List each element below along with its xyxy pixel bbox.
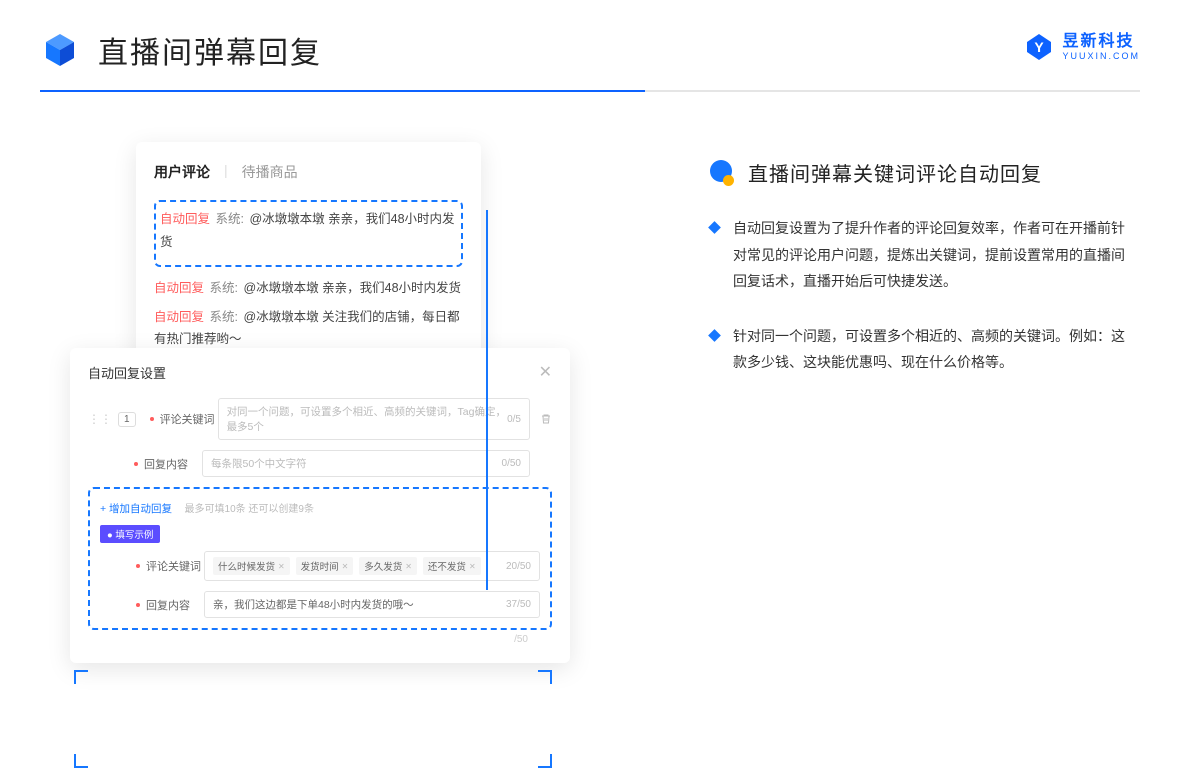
required-dot <box>136 603 140 607</box>
tag-remove-icon[interactable]: ✕ <box>405 562 412 571</box>
system-label: 系统: <box>210 310 238 324</box>
cube-icon <box>40 30 80 70</box>
message-text: @冰墩墩本墩 亲亲，我们48小时内发货 <box>243 281 461 295</box>
brand-url: YUUXIN.COM <box>1062 52 1140 61</box>
system-label: 系统: <box>210 281 238 295</box>
tag-chip: 什么时候发货✕ <box>213 557 290 575</box>
tag-chip: 多久发货✕ <box>359 557 417 575</box>
tab-separator: | <box>224 162 228 182</box>
section-title: 直播间弹幕关键词评论自动回复 <box>748 158 1042 187</box>
keyword-label: 评论关键词 <box>146 558 204 574</box>
modal-title: 自动回复设置 <box>88 363 166 382</box>
example-keyword-box: 什么时候发货✕ 发货时间✕ 多久发货✕ 还不发货✕ 20/50 <box>204 551 540 581</box>
required-dot <box>136 564 140 568</box>
system-label: 系统: <box>216 212 244 226</box>
comments-panel: 用户评论 | 待播商品 自动回复 系统: @冰墩墩本墩 亲亲，我们48小时内发货… <box>136 142 481 381</box>
connector-line <box>486 210 488 590</box>
svg-text:Y: Y <box>1035 39 1045 55</box>
bullet-icon <box>708 329 721 342</box>
tag-remove-icon[interactable]: ✕ <box>469 562 476 571</box>
rule-number: 1 <box>118 412 136 427</box>
bottom-counter: /50 <box>88 634 552 645</box>
chat-bubble-icon <box>710 160 736 186</box>
tag-chip: 发货时间✕ <box>296 557 354 575</box>
example-block: + 增加自动回复 最多可填10条 还可以创建9条 ● 填写示例 评论关键词 什么… <box>88 487 552 630</box>
auto-reply-tag: 自动回复 <box>154 310 204 324</box>
content-input[interactable]: 每条限50个中文字符 0/50 <box>202 450 530 477</box>
brand-block: Y 昱新科技 YUUXIN.COM <box>1024 32 1140 62</box>
keyword-input[interactable]: 对同一个问题，可设置多个相近、高频的关键词，Tag确定，最多5个 0/5 <box>218 398 530 440</box>
bullet-icon <box>708 221 721 234</box>
highlight-message: 自动回复 系统: @冰墩墩本墩 亲亲，我们48小时内发货 <box>154 200 463 267</box>
required-dot <box>150 417 154 421</box>
page-title: 直播间弹幕回复 <box>98 28 322 72</box>
settings-modal: 自动回复设置 ✕ ⋮⋮ 1 评论关键词 对同一个问题，可设置多个相近、高频的关键… <box>70 348 570 663</box>
tag-chip: 还不发货✕ <box>423 557 481 575</box>
tag-remove-icon[interactable]: ✕ <box>342 562 349 571</box>
content-label: 回复内容 <box>144 456 202 472</box>
delete-icon[interactable] <box>540 413 552 425</box>
add-rule-link[interactable]: + 增加自动回复 <box>100 503 172 515</box>
keyword-label: 评论关键词 <box>160 411 218 427</box>
tag-remove-icon[interactable]: ✕ <box>278 562 285 571</box>
auto-reply-tag: 自动回复 <box>154 281 204 295</box>
content-label: 回复内容 <box>146 597 204 613</box>
brand-logo-icon: Y <box>1024 32 1054 62</box>
example-pill: ● 填写示例 <box>100 525 160 543</box>
brand-name: 昱新科技 <box>1062 34 1140 50</box>
tab-pending-goods[interactable]: 待播商品 <box>242 162 298 182</box>
example-content-box: 亲，我们这边都是下单48小时内发货的哦～ 37/50 <box>204 591 540 618</box>
add-rule-hint: 最多可填10条 还可以创建9条 <box>185 504 314 515</box>
bullet-text: 自动回复设置为了提升作者的评论回复效率，作者可在开播前针对常见的评论用户问题，提… <box>733 215 1130 295</box>
required-dot <box>134 462 138 466</box>
bullet-text: 针对同一个问题，可设置多个相近的、高频的关键词。例如：这款多少钱、这块能优惠吗、… <box>733 323 1130 376</box>
auto-reply-tag: 自动回复 <box>160 212 210 226</box>
tab-user-comments[interactable]: 用户评论 <box>154 162 210 182</box>
drag-handle-icon[interactable]: ⋮⋮ <box>88 412 112 426</box>
close-icon[interactable]: ✕ <box>539 362 552 382</box>
